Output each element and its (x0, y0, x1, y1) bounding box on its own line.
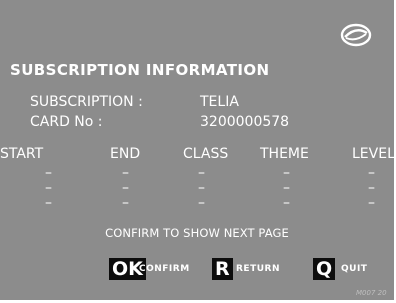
return-key-button[interactable]: R (212, 258, 233, 280)
return-key-label: RETURN (236, 264, 280, 274)
card-number-value: 3200000578 (200, 114, 290, 130)
table-cell: – (198, 165, 205, 181)
table-cell: – (45, 195, 52, 211)
quit-key-label: QUIT (341, 264, 368, 274)
subscription-label: SUBSCRIPTION : (30, 94, 143, 110)
ellipse-logo-icon (340, 23, 372, 47)
table-cell: – (368, 180, 375, 196)
column-header-class: CLASS (183, 146, 229, 162)
table-cell: – (368, 165, 375, 181)
next-page-prompt: CONFIRM TO SHOW NEXT PAGE (105, 226, 289, 240)
table-cell: – (283, 165, 290, 181)
table-cell: – (283, 180, 290, 196)
table-cell: – (45, 180, 52, 196)
column-header-level: LEVEL (352, 146, 395, 162)
column-header-start: START (0, 146, 44, 162)
table-cell: – (122, 165, 129, 181)
column-header-end: END (110, 146, 141, 162)
table-cell: – (198, 195, 205, 211)
table-cell: – (122, 195, 129, 211)
column-header-theme: THEME (260, 146, 309, 162)
screen-reference-code: M007 20 (356, 289, 387, 297)
subscription-value: TELIA (200, 94, 239, 110)
table-cell: – (198, 180, 205, 196)
subscription-info-screen: SUBSCRIPTION INFORMATION SUBSCRIPTION : … (0, 0, 395, 300)
table-cell: – (283, 195, 290, 211)
page-title: SUBSCRIPTION INFORMATION (10, 61, 270, 79)
table-cell: – (122, 180, 129, 196)
table-cell: – (368, 195, 375, 211)
confirm-key-label: CONFIRM (139, 264, 190, 274)
quit-key-button[interactable]: Q (313, 258, 336, 280)
card-number-label: CARD No : (30, 114, 103, 130)
table-cell: – (45, 165, 52, 181)
